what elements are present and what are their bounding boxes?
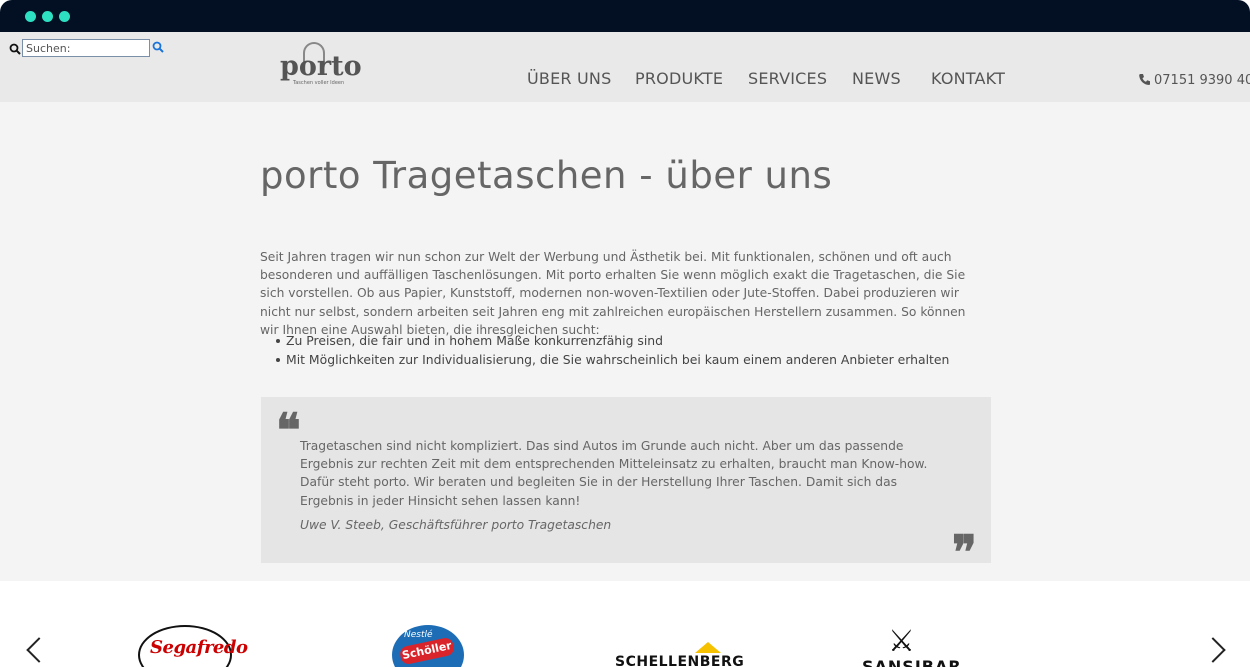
nav-item-services[interactable]: SERVICES	[748, 69, 827, 88]
search-input[interactable]	[22, 39, 150, 57]
crossed-sabres-icon: ⚔	[888, 624, 915, 659]
schellenberg-wordmark: SCHELLENBERG	[615, 654, 745, 667]
brand-logo-carousel: Segafredo Nestlé Schöller SCHELLENBERG ⚔…	[0, 581, 1250, 667]
nestle-wordmark: Nestlé	[404, 630, 433, 640]
schellenberg-roof-icon	[695, 642, 721, 653]
brand-logo-schoeller[interactable]: Nestlé Schöller	[392, 625, 464, 667]
open-quote-icon: ❝	[276, 403, 301, 457]
phone-contact[interactable]: 07151 9390 40	[1138, 73, 1250, 88]
page-title: porto Tragetaschen - über uns	[260, 154, 833, 197]
intro-paragraph: Seit Jahren tragen wir nun schon zur Wel…	[260, 250, 966, 337]
benefit-list: Zu Preisen, die fair und in hohem Maße k…	[260, 331, 949, 369]
brand-logo-schellenberg[interactable]: SCHELLENBERG	[613, 642, 744, 667]
brand-logo-sansibar[interactable]: ⚔ SANSIBAR	[860, 625, 964, 667]
list-item: Zu Preisen, die fair und in hohem Maße k…	[260, 331, 949, 350]
nav-item-ueber-uns[interactable]: ÜBER UNS	[527, 69, 611, 88]
carousel-prev-arrow-icon[interactable]	[26, 637, 52, 663]
close-quote-icon: ❞	[952, 525, 977, 579]
segafredo-wordmark: Segafredo	[150, 637, 248, 658]
nav-item-news[interactable]: NEWS	[852, 69, 901, 88]
logo-wordmark: porto	[280, 51, 362, 82]
search-icon	[9, 43, 21, 55]
phone-number: 07151 9390 40	[1154, 73, 1250, 88]
nav-item-produkte[interactable]: PRODUKTE	[635, 69, 723, 88]
window-minimize-control[interactable]	[42, 11, 53, 22]
carousel-next-arrow-icon[interactable]	[1200, 637, 1226, 663]
sansibar-wordmark: SANSIBAR	[862, 657, 962, 667]
nav-item-kontakt[interactable]: KONTAKT	[931, 69, 1005, 88]
logo-tagline: Taschen voller Ideen	[293, 80, 345, 86]
window-close-control[interactable]	[25, 11, 36, 22]
window-maximize-control[interactable]	[59, 11, 70, 22]
window-title-bar	[0, 0, 1250, 32]
main-content: porto Tragetaschen - über uns Seit Jahre…	[0, 102, 1250, 581]
site-logo[interactable]: porto Taschen voller Ideen	[280, 40, 362, 90]
quote-text: Tragetaschen sind nicht kompliziert. Das…	[300, 439, 928, 508]
schoeller-wordmark: Schöller	[398, 636, 456, 666]
search-submit-icon[interactable]	[152, 41, 164, 53]
quote-author: Uwe V. Steeb, Geschäftsführer porto Trag…	[300, 518, 612, 532]
testimonial-quote: ❝ Tragetaschen sind nicht kompliziert. D…	[261, 397, 991, 575]
list-item: Mit Möglichkeiten zur Individualisierung…	[260, 350, 949, 369]
brand-logo-segafredo[interactable]: Segafredo	[138, 625, 248, 667]
phone-icon	[1139, 74, 1150, 85]
site-header: porto Taschen voller Ideen ÜBER UNS PROD…	[0, 32, 1250, 102]
